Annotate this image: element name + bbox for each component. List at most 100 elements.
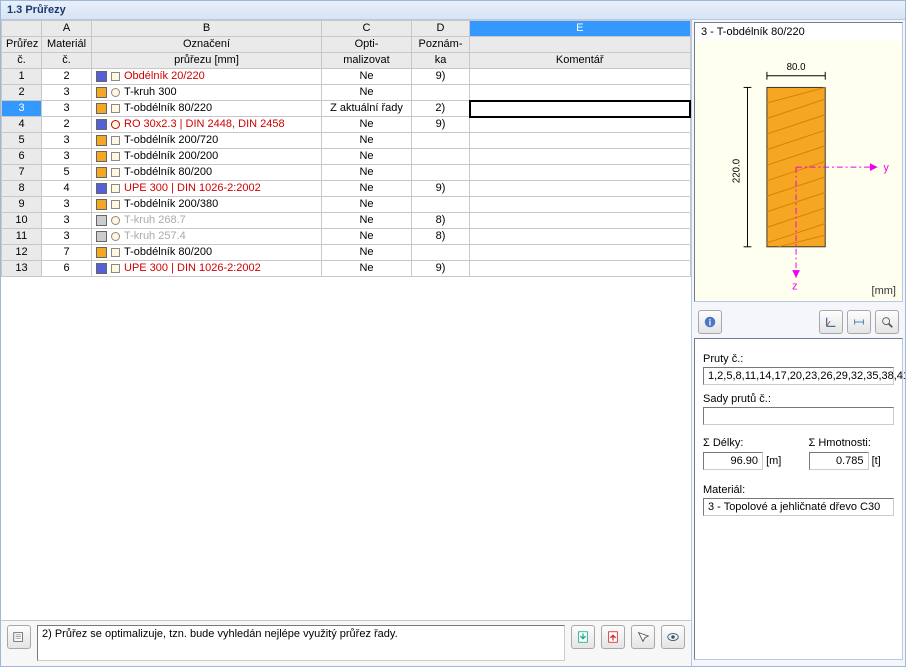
column-letter[interactable]: D (412, 21, 470, 37)
library-button[interactable] (7, 625, 31, 649)
material-cell[interactable]: 3 (42, 149, 92, 165)
section-label-cell[interactable]: T-kruh 257.4 (92, 229, 322, 245)
optimize-cell[interactable]: Ne (322, 229, 412, 245)
note-cell[interactable] (412, 149, 470, 165)
row-number[interactable]: 12 (2, 245, 42, 261)
comment-cell[interactable] (470, 133, 691, 149)
import-button[interactable] (571, 625, 595, 649)
comment-cell[interactable] (470, 117, 691, 133)
material-cell[interactable]: 3 (42, 197, 92, 213)
optimize-cell[interactable]: Ne (322, 149, 412, 165)
comment-cell[interactable] (470, 229, 691, 245)
note-cell[interactable]: 8) (412, 213, 470, 229)
column-header[interactable] (470, 37, 691, 53)
optimize-cell[interactable]: Ne (322, 69, 412, 85)
optimize-cell[interactable]: Ne (322, 117, 412, 133)
table-row[interactable]: 93T-obdélník 200/380Ne (2, 197, 691, 213)
optimize-cell[interactable]: Ne (322, 165, 412, 181)
column-letter[interactable]: A (42, 21, 92, 37)
info-button[interactable]: i (698, 310, 722, 334)
table-row[interactable]: 33T-obdélník 80/220Z aktuální řady2) (2, 101, 691, 117)
note-cell[interactable]: 9) (412, 69, 470, 85)
dimension-button[interactable] (847, 310, 871, 334)
optimize-cell[interactable]: Ne (322, 85, 412, 101)
optimize-cell[interactable]: Ne (322, 213, 412, 229)
optimize-cell[interactable]: Ne (322, 261, 412, 277)
note-cell[interactable] (412, 165, 470, 181)
row-number[interactable]: 9 (2, 197, 42, 213)
row-number[interactable]: 1 (2, 69, 42, 85)
comment-cell[interactable] (470, 165, 691, 181)
column-header[interactable]: průřezu [mm] (92, 53, 322, 69)
table-row[interactable]: 53T-obdélník 200/720Ne (2, 133, 691, 149)
column-header[interactable]: Průřez (2, 37, 42, 53)
material-cell[interactable]: 3 (42, 213, 92, 229)
optimize-cell[interactable]: Ne (322, 245, 412, 261)
row-number[interactable]: 13 (2, 261, 42, 277)
column-header[interactable]: Poznám- (412, 37, 470, 53)
row-number[interactable]: 11 (2, 229, 42, 245)
section-label-cell[interactable]: T-kruh 300 (92, 85, 322, 101)
table-row[interactable]: 63T-obdélník 200/200Ne (2, 149, 691, 165)
note-cell[interactable]: 9) (412, 261, 470, 277)
column-letter[interactable] (2, 21, 42, 37)
material-cell[interactable]: 3 (42, 85, 92, 101)
comment-cell[interactable] (470, 213, 691, 229)
view-button[interactable] (661, 625, 685, 649)
table-row[interactable]: 12Obdélník 20/220Ne9) (2, 69, 691, 85)
comment-cell[interactable] (470, 181, 691, 197)
note-cell[interactable]: 9) (412, 181, 470, 197)
optimize-cell[interactable]: Z aktuální řady (322, 101, 412, 117)
note-cell[interactable] (412, 245, 470, 261)
comment-cell[interactable] (470, 69, 691, 85)
section-label-cell[interactable]: T-obdélník 200/720 (92, 133, 322, 149)
note-cell[interactable]: 8) (412, 229, 470, 245)
row-number[interactable]: 2 (2, 85, 42, 101)
comment-cell[interactable] (470, 85, 691, 101)
row-number[interactable]: 10 (2, 213, 42, 229)
optimize-cell[interactable]: Ne (322, 197, 412, 213)
axes-button[interactable] (819, 310, 843, 334)
column-header[interactable]: Opti- (322, 37, 412, 53)
section-label-cell[interactable]: T-obdélník 200/200 (92, 149, 322, 165)
section-label-cell[interactable]: T-obdélník 80/200 (92, 165, 322, 181)
table-row[interactable]: 113T-kruh 257.4Ne8) (2, 229, 691, 245)
material-cell[interactable]: 3 (42, 133, 92, 149)
column-letter[interactable]: B (92, 21, 322, 37)
table-row[interactable]: 23T-kruh 300Ne (2, 85, 691, 101)
cross-section-grid[interactable]: ABCDE PrůřezMateriálOznačeníOpti-Poznám-… (1, 20, 691, 620)
table-row[interactable]: 127T-obdélník 80/200Ne (2, 245, 691, 261)
comment-cell[interactable] (470, 101, 691, 117)
comment-cell[interactable] (470, 197, 691, 213)
row-number[interactable]: 8 (2, 181, 42, 197)
table-row[interactable]: 75T-obdélník 80/200Ne (2, 165, 691, 181)
zoom-button[interactable] (875, 310, 899, 334)
column-header[interactable]: Označení (92, 37, 322, 53)
section-label-cell[interactable]: T-obdélník 80/200 (92, 245, 322, 261)
comment-cell[interactable] (470, 261, 691, 277)
note-cell[interactable] (412, 197, 470, 213)
column-header[interactable]: č. (42, 53, 92, 69)
section-label-cell[interactable]: T-obdélník 200/380 (92, 197, 322, 213)
row-number[interactable]: 3 (2, 101, 42, 117)
comment-cell[interactable] (470, 245, 691, 261)
column-header[interactable]: Materiál (42, 37, 92, 53)
export-button[interactable] (601, 625, 625, 649)
material-cell[interactable]: 5 (42, 165, 92, 181)
column-header[interactable]: ka (412, 53, 470, 69)
row-number[interactable]: 7 (2, 165, 42, 181)
section-label-cell[interactable]: T-obdélník 80/220 (92, 101, 322, 117)
material-cell[interactable]: 2 (42, 69, 92, 85)
comment-cell[interactable] (470, 149, 691, 165)
table-row[interactable]: 136UPE 300 | DIN 1026-2:2002Ne9) (2, 261, 691, 277)
note-cell[interactable]: 9) (412, 117, 470, 133)
row-number[interactable]: 4 (2, 117, 42, 133)
note-cell[interactable]: 2) (412, 101, 470, 117)
note-cell[interactable] (412, 133, 470, 149)
material-cell[interactable]: 7 (42, 245, 92, 261)
column-header[interactable]: Komentář (470, 53, 691, 69)
material-cell[interactable]: 6 (42, 261, 92, 277)
section-label-cell[interactable]: UPE 300 | DIN 1026-2:2002 (92, 261, 322, 277)
row-number[interactable]: 5 (2, 133, 42, 149)
column-header[interactable]: malizovat (322, 53, 412, 69)
